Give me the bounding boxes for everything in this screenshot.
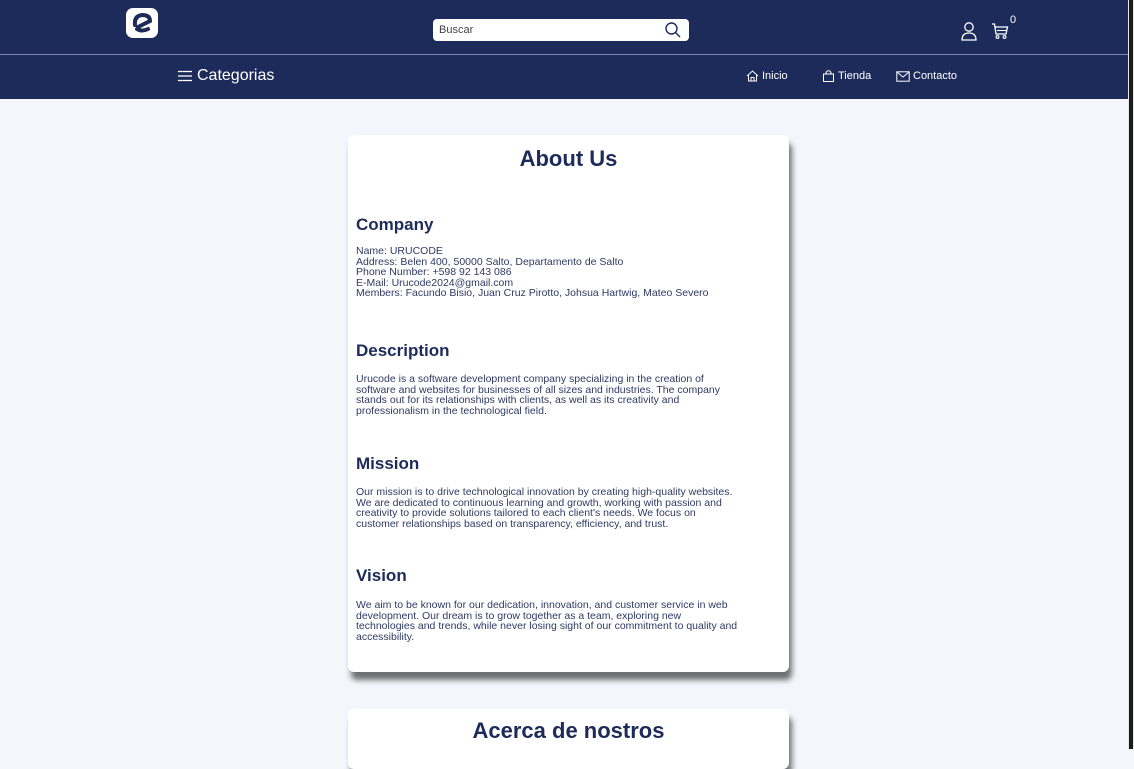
nav-link-label: Contacto [913, 70, 958, 82]
search-box [433, 19, 689, 41]
mission-line: customer relationships based on transpar… [356, 517, 669, 530]
cart-count-badge: 0 [1010, 14, 1017, 26]
acerca-title: Acerca de nostros [472, 718, 665, 743]
e-logo-icon[interactable] [126, 8, 158, 38]
about-title: About Us [519, 146, 618, 171]
description-line: professionalism in the technological fie… [356, 404, 547, 417]
categories-label: Categorias [197, 67, 275, 84]
scrollbar[interactable] [1128, 0, 1134, 749]
mail-icon [896, 70, 910, 82]
shopping-bag-icon [823, 70, 834, 82]
description-text: Urucode is a software development compan… [356, 374, 786, 416]
about-us-card: About Us Company Name: URUCODE Address: … [348, 135, 789, 672]
search-input[interactable] [433, 19, 665, 41]
vision-text: We aim to be known for our dedication, i… [356, 600, 786, 642]
company-line: Members: Facundo Bisio, Juan Cruz Pirott… [356, 287, 709, 299]
nav-link-contacto[interactable]: Contacto [896, 70, 957, 82]
cart-icon[interactable] [991, 22, 1009, 40]
company-info: Name: URUCODE Address: Belen 400, 50000 … [356, 246, 786, 299]
scrollbar-thumb[interactable] [1129, 0, 1133, 749]
company-heading: Company [356, 215, 434, 234]
user-icon[interactable] [960, 21, 978, 41]
acerca-card: Acerca de nostros [348, 709, 789, 769]
description-heading: Description [356, 341, 450, 360]
menu-icon [178, 70, 192, 82]
home-icon [746, 70, 759, 82]
nav-link-label: Tienda [838, 70, 872, 82]
nav-bar [0, 55, 1128, 99]
categories-menu-button[interactable]: Categorias [178, 67, 274, 85]
nav-link-tienda[interactable]: Tienda [822, 70, 871, 82]
vision-heading: Vision [356, 566, 407, 585]
nav-link-label: Inicio [762, 70, 788, 82]
nav-link-inicio[interactable]: Inicio [746, 70, 788, 82]
search-icon[interactable] [664, 21, 682, 39]
vision-line: accessibility. [356, 630, 415, 643]
mission-heading: Mission [356, 454, 420, 473]
mission-text: Our mission is to drive technological in… [356, 487, 786, 529]
